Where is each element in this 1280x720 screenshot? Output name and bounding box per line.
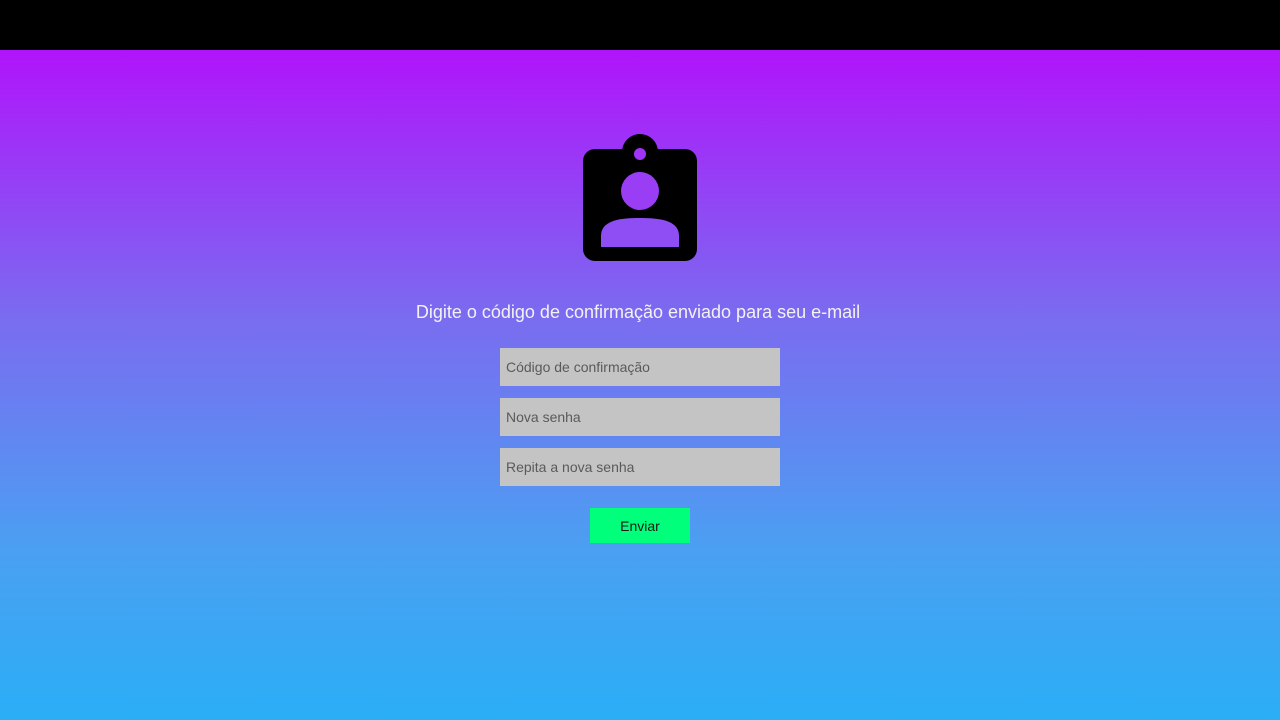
top-bar	[0, 0, 1280, 50]
new-password-input[interactable]	[500, 398, 780, 436]
badge-person-icon	[583, 134, 697, 261]
reset-password-panel: Digite o código de confirmação enviado p…	[0, 50, 1280, 720]
repeat-password-input[interactable]	[500, 448, 780, 486]
submit-button[interactable]: Enviar	[590, 508, 690, 543]
instruction-text: Digite o código de confirmação enviado p…	[415, 302, 861, 322]
confirmation-code-input[interactable]	[500, 348, 780, 386]
